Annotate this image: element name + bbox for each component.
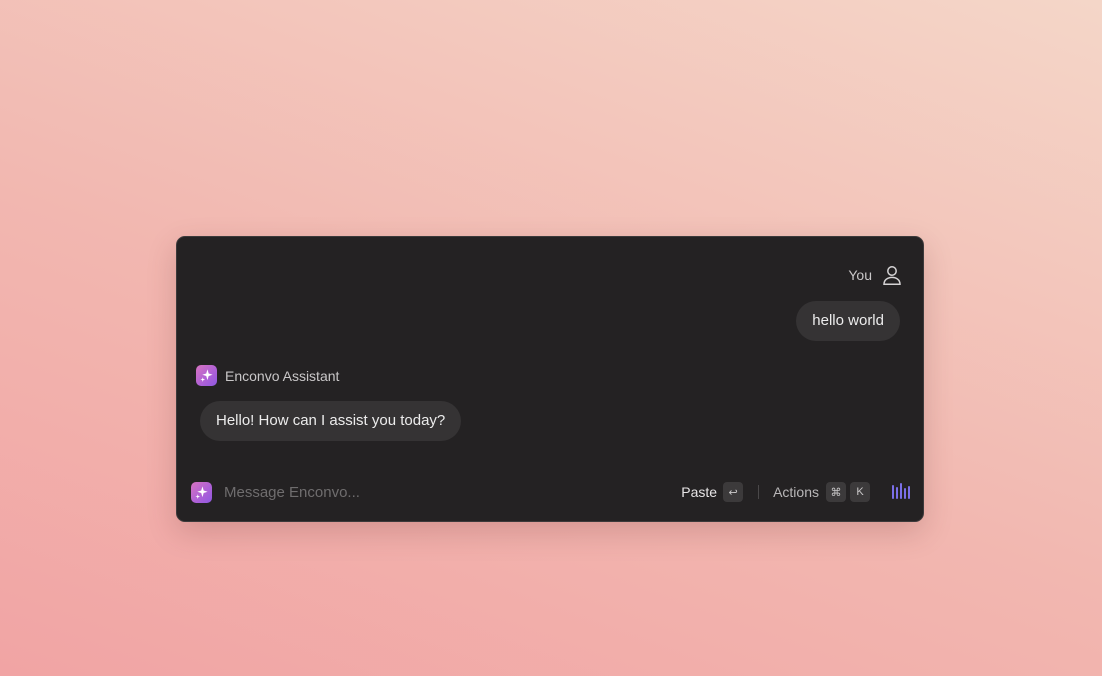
k-key: K (850, 482, 870, 502)
assistant-name: Enconvo Assistant (225, 367, 340, 384)
assistant-header: Enconvo Assistant (196, 365, 339, 386)
sparkle-icon (191, 481, 212, 503)
person-icon (881, 264, 903, 286)
actions-shortcut: ⌘ K (826, 482, 870, 502)
message-input[interactable] (224, 483, 524, 501)
actions-button[interactable]: Actions ⌘ K (773, 482, 870, 502)
sparkle-icon (196, 365, 217, 386)
paste-button[interactable]: Paste ↩ (681, 482, 744, 502)
command-key: ⌘ (826, 482, 846, 502)
audio-waveform-icon[interactable] (891, 482, 913, 502)
chat-window: You hello world Enconvo Assistant Hello!… (176, 236, 924, 522)
actions-label: Actions (773, 484, 819, 500)
composer-divider (758, 485, 760, 499)
return-key-icon: ↩ (723, 482, 744, 502)
user-header: You (848, 264, 903, 286)
user-name: You (848, 267, 872, 283)
user-message-bubble: hello world (796, 301, 900, 341)
message-composer: Paste ↩ Actions ⌘ K (191, 480, 913, 504)
assistant-message-bubble: Hello! How can I assist you today? (200, 401, 462, 441)
paste-label: Paste (681, 484, 718, 500)
